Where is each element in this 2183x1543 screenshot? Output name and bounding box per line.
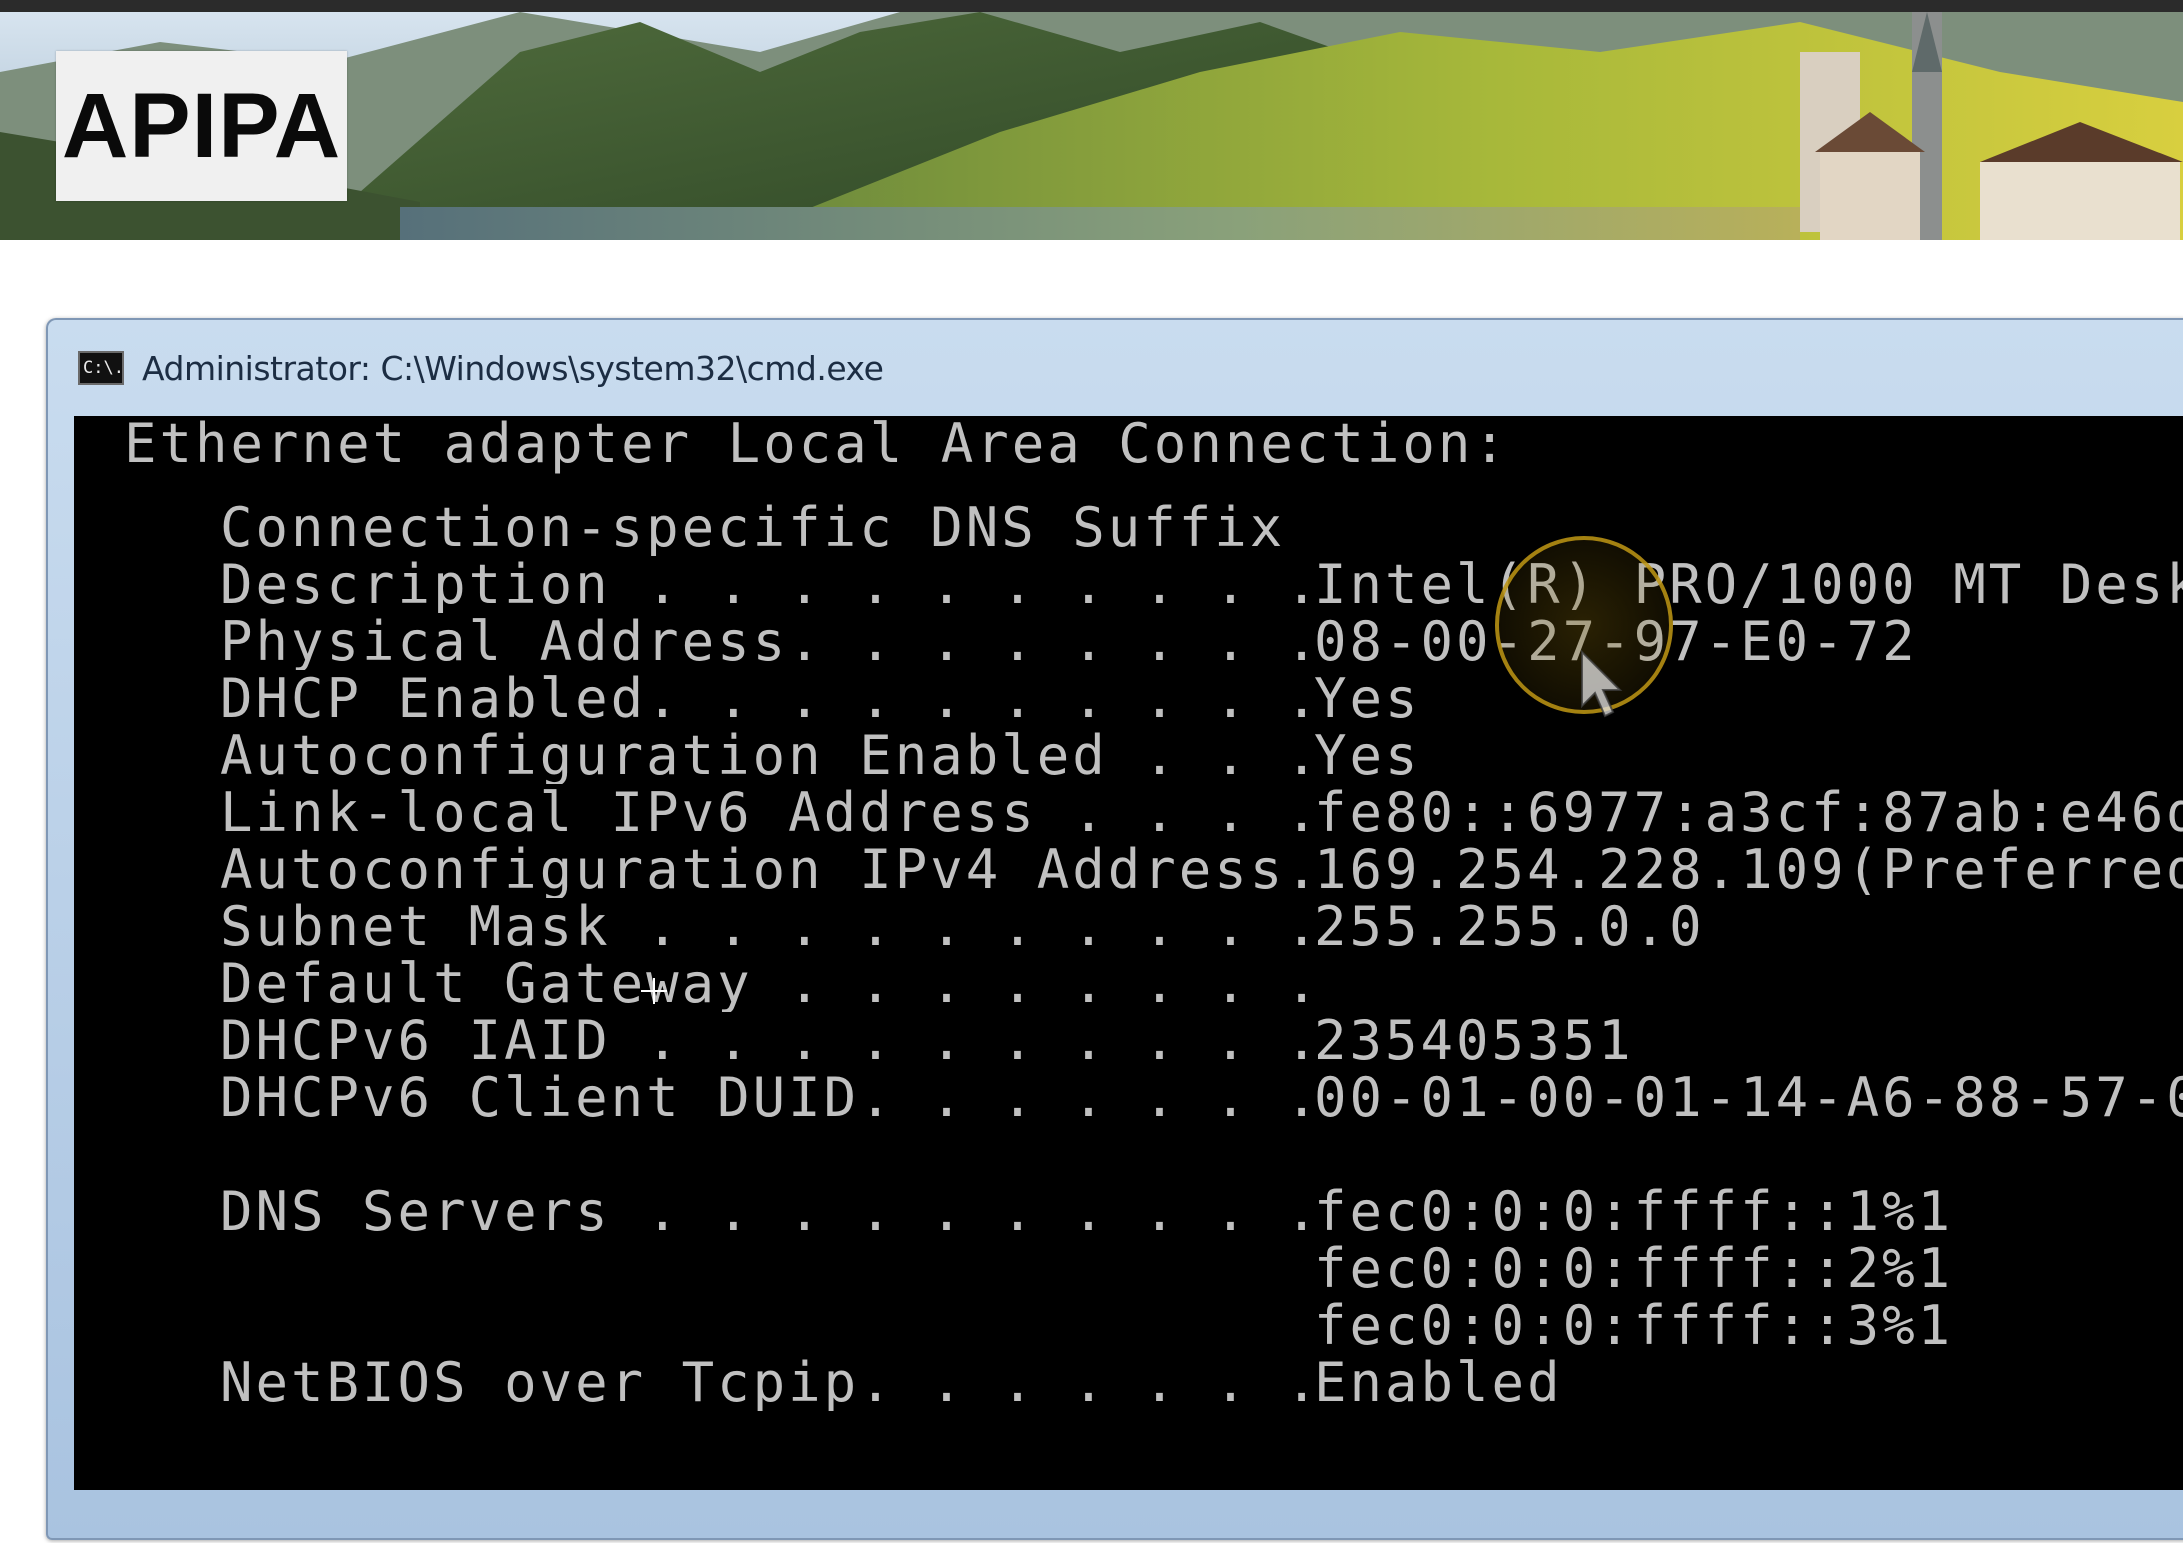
row-value: 169.254.228.109(Preferred) [1314,838,2183,901]
console-output[interactable]: Ethernet adapter Local Area Connection: … [74,416,2183,1490]
netbios-value: Enabled [1314,1351,1563,1414]
row-label: DHCP Enabled. . . . . . . . . . . : [220,671,1320,727]
crosshair-cursor-icon [641,978,667,1004]
row-value: Intel(R) PRO/1000 MT Desktop [1314,553,2183,616]
netbios-label: NetBIOS over Tcpip. . . . . . . . : [220,1355,1320,1411]
dns-server-value: fec0:0:0:ffff::2%1 [1314,1237,1954,1300]
cmd-window-icon[interactable]: C:\. [78,351,124,385]
row-label: DHCPv6 IAID . . . . . . . . . . . : [220,1013,1320,1069]
dns-server-value: fec0:0:0:ffff::1%1 [1314,1180,1954,1243]
window-title: Administrator: C:\Windows\system32\cmd.e… [142,348,884,388]
row-value: Yes [1314,724,1421,787]
adapter-header: Ethernet adapter Local Area Connection: [124,416,1509,475]
row-label: DHCPv6 Client DUID. . . . . . . . : [220,1070,1320,1126]
row-label: Subnet Mask . . . . . . . . . . . : [220,899,1320,955]
row-label: Autoconfiguration IPv4 Address. . : [220,842,1320,898]
row-label: Description . . . . . . . . . . . : [220,557,1320,613]
row-value: 235405351 [1314,1009,1634,1072]
top-strip [0,0,2183,12]
cmd-window[interactable]: C:\. Administrator: C:\Windows\system32\… [46,318,2183,1540]
row-value: Yes [1314,667,1421,730]
logo-box: APIPA [56,51,347,201]
row-label: Autoconfiguration Enabled . . . . : [220,728,1320,784]
row-value: fe80::6977:a3cf:87ab:e46d%9 [1314,781,2183,844]
row-value: 00-01-00-01-14-A6-88-57-08-00 [1314,1066,2183,1129]
row-label: Connection-specific DNS Suffix . : [220,500,1286,556]
mouse-pointer-icon [1581,650,1623,718]
dns-server-value: fec0:0:0:ffff::3%1 [1314,1294,1954,1357]
row-value: 255.255.0.0 [1314,895,1705,958]
dns-servers-label: DNS Servers . . . . . . . . . . . : [220,1184,1320,1240]
row-label: Physical Address. . . . . . . . . : [220,614,1320,670]
row-label: Default Gateway . . . . . . . . . : [220,956,1320,1012]
logo-text: APIPA [61,74,342,177]
row-label: Link-local IPv6 Address . . . . . : [220,785,1320,841]
window-titlebar[interactable]: C:\. Administrator: C:\Windows\system32\… [48,320,2183,416]
